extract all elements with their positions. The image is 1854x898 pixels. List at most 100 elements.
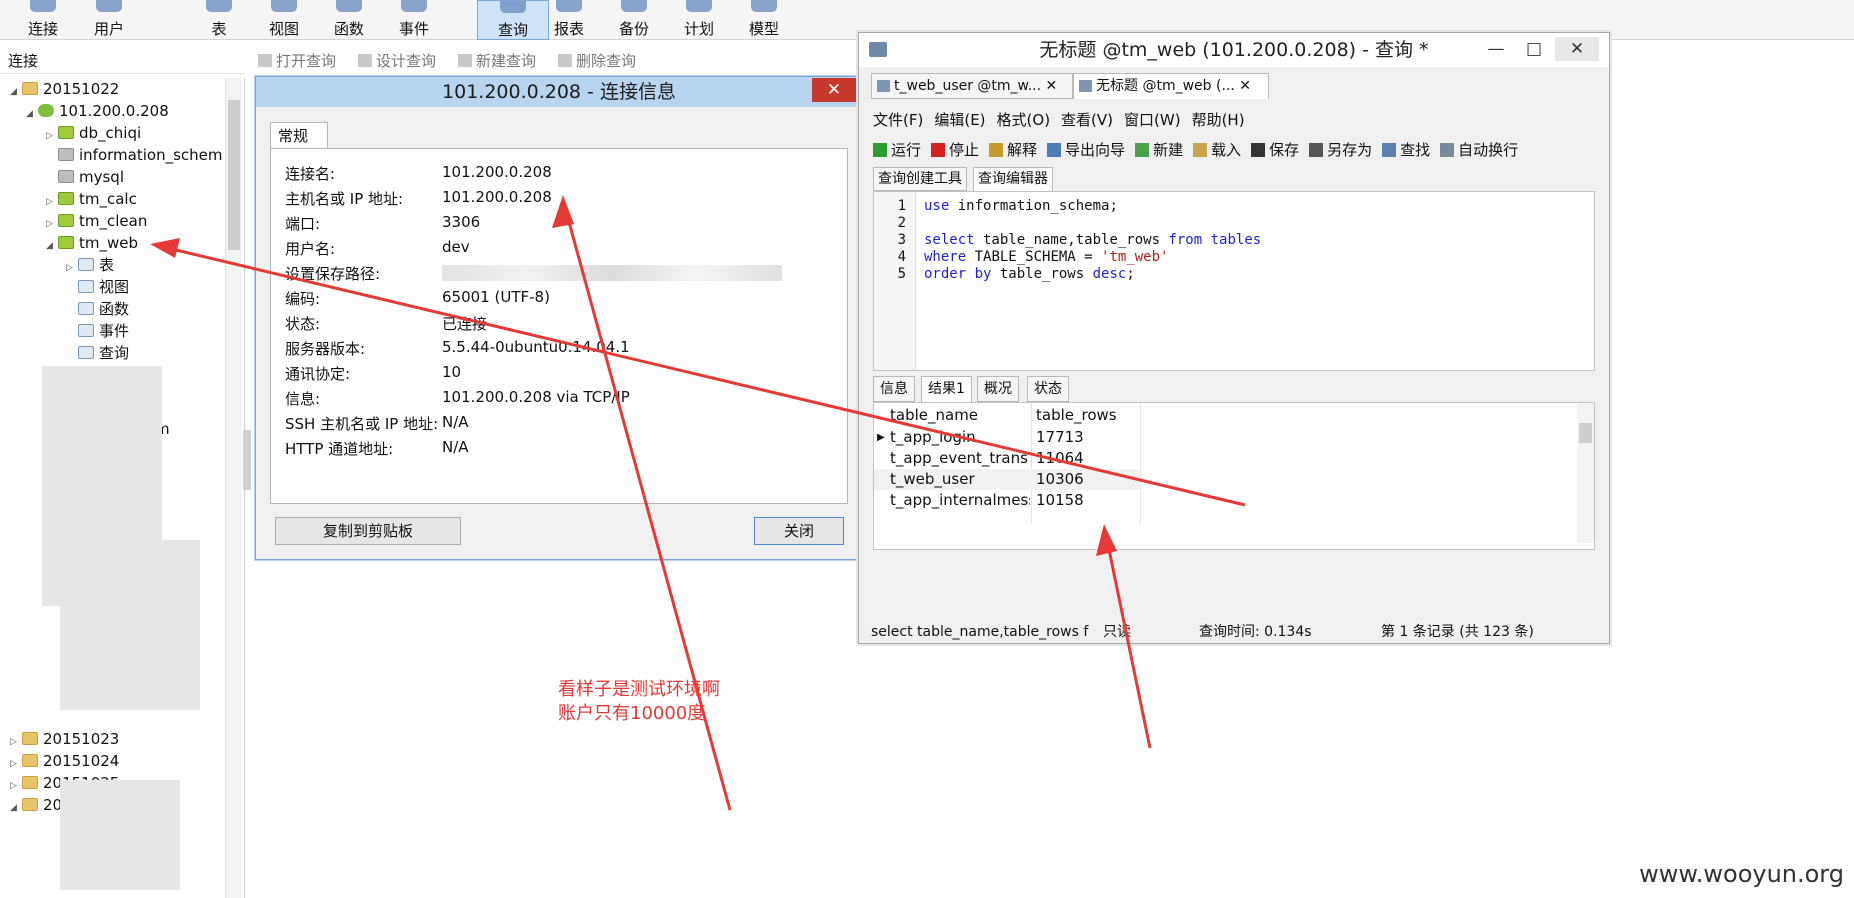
field-value: 101.200.0.208 via TCP/IP [442,388,630,406]
toolbar-table-button[interactable]: 表 [190,0,248,40]
tree-object-item[interactable]: 函数 [66,298,129,320]
tab-status[interactable]: 状态 [1027,376,1069,402]
tree-database-item[interactable]: mysql [46,166,124,188]
toolbar-view-button[interactable]: 视图 [255,0,313,40]
tool-stop-button[interactable]: 停止 [931,141,979,159]
database-icon [58,170,74,183]
close-window-button[interactable]: ✕ [1555,37,1599,61]
expand-arrow-icon[interactable]: ◢ [10,797,22,819]
expand-arrow-icon[interactable]: ◢ [26,103,38,125]
dialog-close-button[interactable]: ✕ [812,78,856,102]
tree-group-item[interactable]: ▷ 20151023 [10,728,119,750]
toolbar-event-button[interactable]: 事件 [385,0,443,40]
tool-word-wrap-button[interactable]: 自动换行 [1440,141,1518,159]
menu-item[interactable]: 格式(O) [997,111,1051,129]
table-row[interactable]: t_app_internalmessa 10158 [874,490,1142,511]
object-icon [78,258,94,271]
toolbar-report-button[interactable]: 报表 [540,0,598,40]
tree-database-item[interactable]: ▷ tm_calc [46,188,137,210]
expand-arrow-icon[interactable]: ◢ [10,81,22,103]
delete-query-button[interactable]: 删除查询 [558,50,636,71]
grid-scrollbar-thumb[interactable] [1579,423,1592,443]
menu-item[interactable]: 窗口(W) [1124,111,1181,129]
field-value: N/A [442,413,469,431]
tab-label: t_web_user @tm_w... [894,78,1042,94]
grid-scrollbar[interactable] [1577,403,1594,543]
tool-run-button[interactable]: 运行 [873,141,921,159]
toolbar-schedule-button[interactable]: 计划 [670,0,728,40]
new-query-icon [458,54,472,67]
sql-editor[interactable]: 1 use information_schema; 2 3 select table_n… [873,191,1595,371]
tool-label: 载入 [1211,141,1242,159]
maximize-button[interactable]: □ [1519,37,1549,61]
tree-object-item[interactable]: 事件 [66,320,129,342]
open-query-button[interactable]: 打开查询 [258,50,336,71]
tree-object-item[interactable]: 视图 [66,276,129,298]
tab-profile[interactable]: 概况 [977,376,1019,402]
tool-find-button[interactable]: 查找 [1382,141,1430,159]
tree-group-item[interactable]: ◢ 20151022 [10,78,119,100]
column-header[interactable]: table_rows [1036,405,1126,426]
tab-untitled-query[interactable]: 无标题 @tm_web (... ✕ [1073,73,1269,99]
tool-label: 解释 [1007,141,1038,159]
tree-item-label: db_chiqi [79,124,142,142]
table-row[interactable]: ▶ t_app_login 17713 [874,427,1142,448]
toolbar-query-button[interactable]: 查询 [477,0,549,40]
tool-explain-button[interactable]: 解释 [989,141,1037,159]
tree-object-item[interactable]: ▷ 表 [66,254,114,276]
field-label: SSH 主机名或 IP 地址: [285,415,439,433]
toolbar-backup-button[interactable]: 备份 [605,0,663,40]
copy-to-clipboard-button[interactable]: 复制到剪贴板 [275,517,461,545]
new-query-button[interactable]: 新建查询 [458,50,536,71]
close-button[interactable]: 关闭 [754,517,844,545]
line-number: 5 [897,266,906,282]
tree-server-item[interactable]: ◢ 101.200.0.208 [26,100,169,122]
panel-splitter[interactable] [243,430,251,490]
tree-database-item[interactable]: ▷ db_chiqi [46,122,141,144]
tool-save-as-button[interactable]: 另存为 [1309,141,1372,159]
tree-database-item[interactable]: information_schem [46,144,222,166]
tab-label: 无标题 @tm_web (... [1096,78,1235,94]
tab-query-builder[interactable]: 查询创建工具 [873,167,967,191]
tab-t-web-user[interactable]: t_web_user @tm_w... ✕ [871,73,1073,99]
tool-save-button[interactable]: 保存 [1251,141,1299,159]
menu-item[interactable]: 编辑(E) [934,111,985,129]
toolbar-model-button[interactable]: 模型 [735,0,793,40]
new-query-label: 新建查询 [476,52,537,70]
grid-header-row: table_name table_rows [874,405,1142,426]
tree-database-item[interactable]: ◢ tm_web [46,232,138,254]
toolbar-function-button[interactable]: 函数 [320,0,378,40]
explain-icon [989,143,1004,157]
design-query-button[interactable]: 设计查询 [358,50,436,71]
menu-item[interactable]: 查看(V) [1061,111,1113,129]
cell-table-rows: 10306 [1036,470,1084,488]
table-row[interactable]: t_web_user 10306 [874,469,1142,490]
tab-info[interactable]: 信息 [873,376,915,402]
toolbar-user-button[interactable]: 用户 [80,0,138,40]
menu-item[interactable]: 文件(F) [873,111,923,129]
object-icon [78,280,94,293]
table-icon [877,80,890,92]
column-header[interactable]: table_name [890,405,1030,426]
tab-general[interactable]: 常规 [270,122,328,148]
tool-new-button[interactable]: 新建 [1135,141,1183,159]
tab-result1[interactable]: 结果1 [921,376,972,402]
tree-scrollbar[interactable] [225,78,242,898]
tree-object-item[interactable]: 查询 [66,342,129,364]
menu-item[interactable]: 帮助(H) [1192,111,1245,129]
toolbar-connect-button[interactable]: 连接 [14,0,72,40]
minimize-button[interactable]: — [1481,37,1511,61]
tree-database-item[interactable]: ▷ tm_clean [46,210,147,232]
tree-scrollbar-thumb[interactable] [228,100,240,250]
tool-export-button[interactable]: 导出向导 [1047,141,1125,159]
expand-arrow-icon[interactable]: ◢ [46,235,58,257]
annotation-text: 看样子是测试环境啊 账户只有10000度 [558,678,720,726]
tool-load-button[interactable]: 载入 [1193,141,1241,159]
field-label: 通讯协定: [285,365,351,383]
tab-query-editor[interactable]: 查询编辑器 [973,167,1053,191]
save-as-icon [1309,143,1324,157]
schedule-icon [686,0,712,12]
table-row[interactable]: t_app_event_trans 11064 [874,448,1142,469]
tree-group-item[interactable]: ▷ 20151024 [10,750,119,772]
toolbar-button-label: 连接 [27,20,58,38]
